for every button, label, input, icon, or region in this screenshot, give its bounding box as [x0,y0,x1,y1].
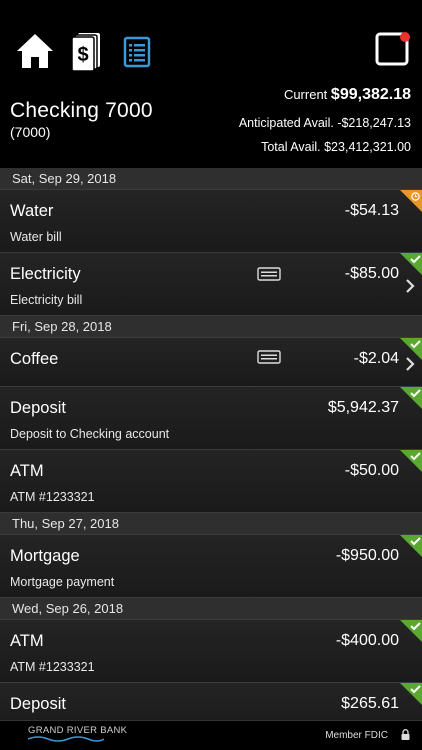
date-header: Thu, Sep 27, 2018 [0,513,422,535]
current-balance: Current $99,382.18 [284,86,411,104]
dollar-statement-icon[interactable]: $ [71,32,103,72]
footer: GRAND RIVER BANK Member FDIC [0,720,422,750]
transaction-title: ATM [10,632,44,650]
total-balance-value: $23,412,321.00 [324,140,411,154]
account-number: (7000) [10,124,51,140]
cleared-check-icon [400,535,422,557]
transaction-title: Coffee [10,350,59,368]
svg-text:$: $ [77,44,88,66]
transaction-amount: -$950.00 [335,547,399,564]
cleared-check-icon [400,620,422,642]
chevron-right-icon[interactable] [405,278,415,294]
transaction-description: Water bill [10,230,62,244]
transaction-amount: $5,942.37 [327,399,399,416]
home-icon[interactable] [15,32,55,70]
transaction-title: Deposit [10,695,66,713]
transaction-title: Water [10,202,54,220]
pending-clock-icon [400,190,422,212]
current-balance-label: Current [283,87,328,102]
transaction-row[interactable]: Coffee -$2.04 [0,338,422,387]
transaction-description: Deposit to Checking account [10,427,170,441]
transaction-amount: -$50.00 [344,462,399,479]
transaction-row[interactable]: ATM -$400.00 ATM #1233321 [0,620,422,683]
memo-icon [257,267,281,281]
register-list-icon[interactable] [123,36,151,68]
transaction-amount: -$85.00 [344,265,399,282]
transaction-row[interactable]: ATM -$50.00 ATM #1233321 [0,450,422,513]
transaction-amount: -$54.13 [344,202,399,219]
transaction-amount: -$400.00 [335,632,399,649]
transaction-list[interactable]: Sat, Sep 29, 2018 Water -$54.13 Water bill E… [0,168,422,720]
transaction-description: ATM #1233321 [10,660,95,674]
transaction-title: Mortgage [10,547,80,565]
current-balance-value: $99,382.18 [330,86,411,103]
cleared-check-icon [400,387,422,409]
transaction-row[interactable]: Electricity -$85.00 Electricity bill [0,253,422,316]
transaction-row[interactable]: Deposit $5,942.37 Deposit to Checking acco… [0,387,422,450]
bank-logo-wave [28,736,104,742]
chevron-right-icon[interactable] [405,356,415,372]
cleared-check-icon [400,683,422,705]
transaction-amount: $265.61 [341,695,399,712]
total-balance-label: Total Avail. [261,140,321,154]
cleared-check-icon [400,450,422,472]
top-bar: $ Checking 7000 (7000) Current $99,382.1… [0,0,422,168]
anticipated-balance: Anticipated Avail. -$218,247.13 [239,116,411,130]
lock-icon [401,729,410,740]
date-header: Wed, Sep 26, 2018 [0,598,422,620]
memo-icon [257,350,281,364]
date-header: Sat, Sep 29, 2018 [0,168,422,190]
transaction-amount: -$2.04 [353,350,399,367]
transaction-title: Deposit [10,399,66,417]
transaction-description: ATM #1233321 [10,490,95,504]
member-fdic: Member FDIC [325,730,388,741]
transaction-row[interactable]: Water -$54.13 Water bill [0,190,422,253]
account-name: Checking 7000 [10,99,153,122]
notification-icon[interactable] [375,31,411,67]
transaction-description: Mortgage payment [10,575,115,589]
date-header: Fri, Sep 28, 2018 [0,316,422,338]
transaction-title: Electricity [10,265,81,283]
total-balance: Total Avail. $23,412,321.00 [261,140,411,154]
transaction-description: Electricity bill [10,293,83,307]
transaction-row[interactable]: Deposit $265.61 [0,683,422,720]
transaction-row[interactable]: Mortgage -$950.00 Mortgage payment [0,535,422,598]
anticipated-balance-label: Anticipated Avail. [238,116,334,130]
cleared-check-icon [400,253,422,275]
transaction-title: ATM [10,462,44,480]
anticipated-balance-value: -$218,247.13 [337,116,411,130]
